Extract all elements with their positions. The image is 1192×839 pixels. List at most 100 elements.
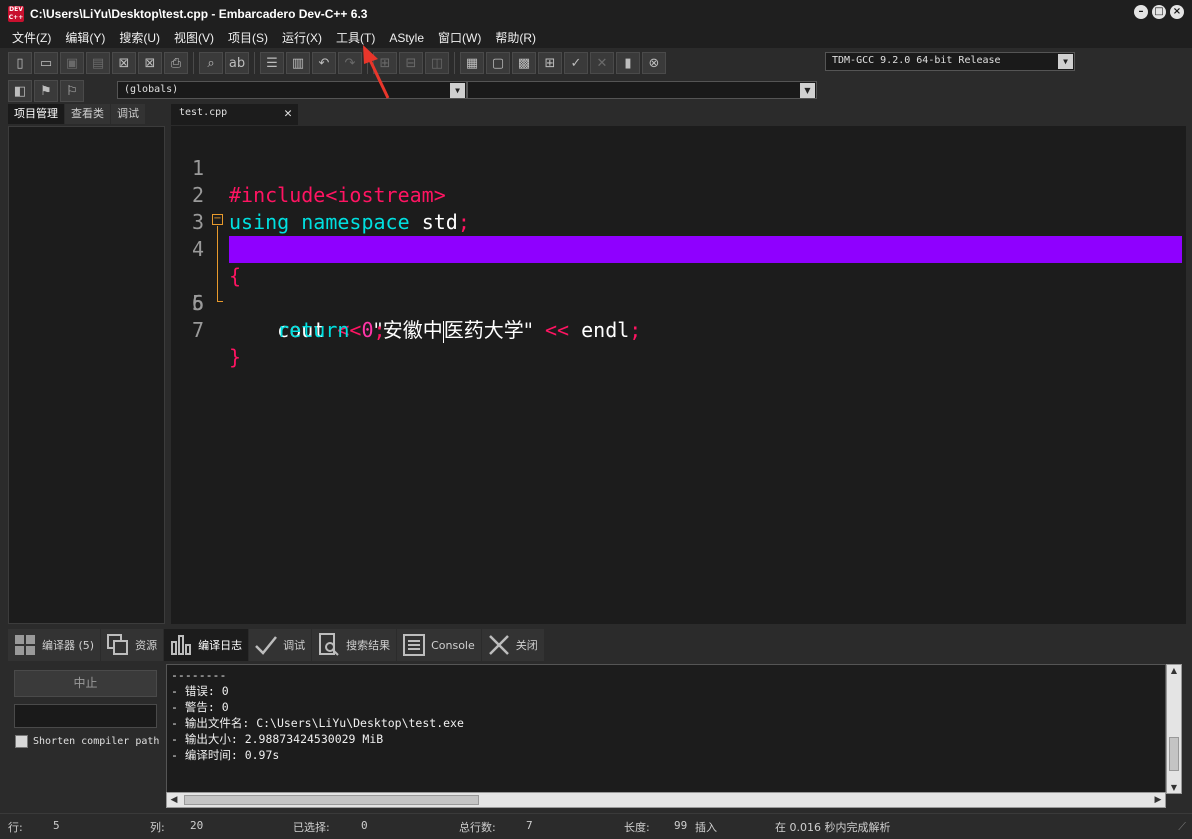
chevron-down-icon: ▼ [1058, 54, 1073, 69]
fold-toggle-icon[interactable]: − [212, 214, 223, 225]
close-all-icon[interactable]: ⊠ [138, 52, 162, 74]
code-identifier: endl [581, 318, 630, 342]
function-select[interactable]: ▼ [467, 81, 817, 99]
status-sel-label: 已选择: [293, 821, 330, 834]
main-toolbar: ▯ ▭ ▣ ▤ ⊠ ⊠ ⎙ ⌕ ab ☰ ▥ ↶ ↷ ⊞ ⊟ ◫ ▦ ▢ ▩ ⊞… [8, 50, 668, 76]
find-icon[interactable]: ⌕ [199, 52, 223, 74]
current-line-highlight [229, 236, 1182, 263]
compiler-select[interactable]: TDM-GCC 9.2.0 64-bit Release ▼ [825, 52, 1075, 71]
menu-astyle[interactable]: AStyle [382, 31, 431, 45]
editor-tab-label: test.cpp [179, 107, 228, 118]
window-controls: – □ × [1134, 5, 1184, 19]
close-file-icon[interactable]: ⊠ [112, 52, 136, 74]
project-options-icon[interactable]: ◫ [425, 52, 449, 74]
menu-tools[interactable]: 工具(T) [329, 29, 382, 46]
console-icon [401, 632, 427, 658]
redo-icon[interactable]: ↷ [338, 52, 362, 74]
code-editor[interactable]: 1 #include<iostream> 2 using namespace s… [171, 126, 1186, 624]
bar-chart-icon [168, 632, 194, 658]
log-line: - 警告: 0 [171, 700, 229, 714]
menu-window[interactable]: 窗口(W) [431, 29, 488, 46]
menu-file[interactable]: 文件(Z) [5, 29, 58, 46]
replace-icon[interactable]: ab [225, 52, 249, 74]
tab-classes[interactable]: 查看类 [65, 104, 110, 124]
fold-guide-end [217, 301, 223, 302]
tab-debug-output[interactable]: 调试 [249, 629, 312, 661]
tab-resources[interactable]: 资源 [101, 629, 164, 661]
scroll-right-icon[interactable]: ▶ [1151, 793, 1165, 807]
status-sel-value: 0 [361, 819, 368, 832]
new-project-icon[interactable]: ⊞ [373, 52, 397, 74]
secondary-toolbar: ◧ ⚑ ⚐ [8, 78, 86, 104]
bookmark-icon[interactable]: ▥ [286, 52, 310, 74]
scroll-down-icon[interactable]: ▼ [1169, 783, 1179, 792]
menu-project[interactable]: 项目(S) [221, 29, 275, 46]
compile-run-icon[interactable]: ▩ [512, 52, 536, 74]
print-icon[interactable]: ⎙ [164, 52, 188, 74]
undo-icon[interactable]: ↶ [312, 52, 336, 74]
new-file-icon[interactable]: ▯ [8, 52, 32, 74]
menu-view[interactable]: 视图(V) [167, 29, 221, 46]
tab-console[interactable]: Console [397, 629, 481, 661]
tab-debug[interactable]: 调试 [111, 104, 145, 124]
menu-search[interactable]: 搜索(U) [112, 29, 167, 46]
compile-log[interactable]: -------- - 错误: 0 - 警告: 0 - 输出文件名: C:\Use… [166, 664, 1166, 794]
save-icon[interactable]: ▣ [60, 52, 84, 74]
stop-button[interactable]: 中止 [14, 670, 157, 697]
tab-project[interactable]: 项目管理 [8, 104, 64, 124]
code-keyword: return [277, 318, 350, 342]
status-total-label: 总行数: [459, 821, 496, 834]
code-number: 0 [361, 318, 374, 342]
profile-icon[interactable]: ▮ [616, 52, 640, 74]
scroll-left-icon[interactable]: ◀ [167, 793, 181, 807]
code-line: 6 return 0; [171, 263, 1186, 342]
class-browser-icon[interactable]: ◧ [8, 80, 32, 102]
open-file-icon[interactable]: ▭ [34, 52, 58, 74]
scroll-thumb[interactable] [184, 795, 479, 805]
menu-run[interactable]: 运行(X) [275, 29, 329, 46]
status-len-value: 99 [674, 819, 688, 832]
editor-tab[interactable]: test.cpp ✕ [171, 104, 298, 125]
compiler-select-value: TDM-GCC 9.2.0 64-bit Release [832, 55, 1001, 66]
close-tab-icon[interactable]: ✕ [284, 106, 292, 121]
code-line-current: 5 cout << "安徽中医药大学" << endl; [171, 236, 1186, 343]
delete-profile-icon[interactable]: ⊗ [642, 52, 666, 74]
menu-bar: 文件(Z) 编辑(Y) 搜索(U) 视图(V) 项目(S) 运行(X) 工具(T… [0, 27, 1192, 48]
code-line: 2 using namespace std; [171, 155, 1186, 234]
shorten-path-checkbox[interactable] [15, 735, 28, 748]
goto-line-icon[interactable]: ☰ [260, 52, 284, 74]
log-horizontal-scrollbar[interactable]: ◀ ▶ [166, 792, 1166, 808]
line-number: 7 [191, 318, 204, 342]
menu-edit[interactable]: 编辑(Y) [58, 29, 112, 46]
copy-icon [105, 632, 131, 658]
scroll-thumb[interactable] [1169, 737, 1179, 771]
rebuild-icon[interactable]: ⊞ [538, 52, 562, 74]
shorten-path-option[interactable]: Shorten compiler path [15, 735, 159, 748]
save-all-icon[interactable]: ▤ [86, 52, 110, 74]
log-line: - 编译时间: 0.97s [171, 748, 280, 762]
tab-search-results[interactable]: 搜索结果 [312, 629, 397, 661]
toggle-bookmark-icon[interactable]: ⚑ [34, 80, 58, 102]
log-vertical-scrollbar[interactable]: ▲ ▼ [1166, 664, 1182, 794]
close-button[interactable]: × [1170, 5, 1184, 19]
tab-compile-log[interactable]: 编译日志 [164, 629, 249, 661]
code-line: 3 int main() [171, 182, 1186, 261]
remove-project-icon[interactable]: ⊟ [399, 52, 423, 74]
toolbar-area: ▯ ▭ ▣ ▤ ⊠ ⊠ ⎙ ⌕ ab ☰ ▥ ↶ ↷ ⊞ ⊟ ◫ ▦ ▢ ▩ ⊞… [0, 48, 1192, 104]
minimize-button[interactable]: – [1134, 5, 1148, 19]
check-syntax-icon[interactable]: ✓ [564, 52, 588, 74]
scroll-up-icon[interactable]: ▲ [1169, 666, 1179, 675]
stop-execution-icon[interactable]: ✕ [590, 52, 614, 74]
window-title: C:\Users\LiYu\Desktop\test.cpp - Embarca… [30, 6, 368, 21]
compile-icon[interactable]: ▦ [460, 52, 484, 74]
resize-grip-icon[interactable]: ⟋ [1178, 820, 1186, 834]
tab-close[interactable]: 关闭 [481, 629, 544, 661]
grid-icon [12, 632, 38, 658]
run-icon[interactable]: ▢ [486, 52, 510, 74]
menu-help[interactable]: 帮助(R) [488, 29, 543, 46]
status-row-value: 5 [53, 819, 60, 832]
scope-select[interactable]: (globals) ▼ [117, 81, 467, 99]
goto-bookmark-icon[interactable]: ⚐ [60, 80, 84, 102]
tab-compiler[interactable]: 编译器 (5) [8, 629, 101, 661]
maximize-button[interactable]: □ [1152, 5, 1166, 19]
